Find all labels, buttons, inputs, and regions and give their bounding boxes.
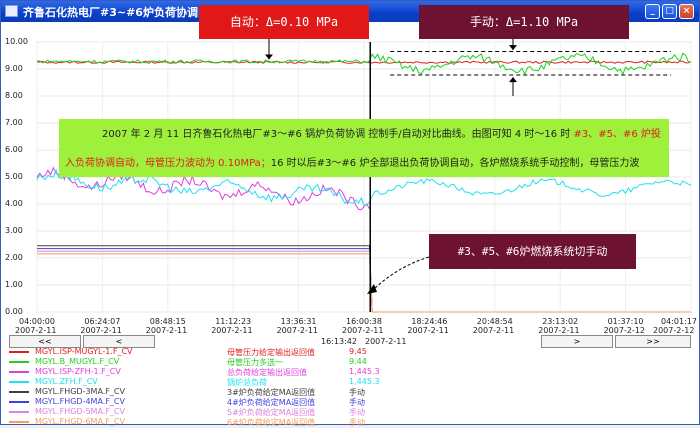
y-tick-label: 6.00 [5,145,23,154]
legend-value: 手动 [349,418,365,427]
scroll-next-button[interactable]: > [541,335,613,348]
app-icon [5,5,18,17]
x-tick-date: 2007-2-11 [538,326,580,335]
legend-tag: MGYL.ZFH.F_CV [35,377,98,386]
annotation-text-1a: 2007 年 2 月 11 日齐鲁石化热电厂#3～#6 锅炉负荷协调 控制手/自… [102,129,574,140]
x-tick-time: 16:00:38 [346,317,382,326]
x-tick-date: 2007-2-11 [342,326,384,335]
x-tick-date: 2007-2-11 [407,326,449,335]
legend-value: 9.45 [349,347,367,356]
window-title: 齐鲁石化热电厂#3~#6炉负荷协调pt [23,6,212,19]
x-tick-time: 18:24:46 [411,317,448,326]
cursor-time-label: 16:13:42 [321,337,357,346]
x-tick-time: 20:48:54 [476,317,513,326]
annotation-box: 2007 年 2 月 11 日齐鲁石化热电厂#3～#6 锅炉负荷协调 控制手/自… [59,119,669,177]
close-button[interactable]: × [679,4,694,19]
legend-tag: MGYL.ISP-ZFH-1.F_CV [35,367,121,376]
legend-swatch [9,381,29,383]
maximize-button[interactable]: □ [662,4,677,19]
x-tick-time: 23:13:02 [542,317,579,326]
annotation-line-1: 2007 年 2 月 11 日齐鲁石化热电厂#3～#6 锅炉负荷协调 控制手/自… [102,125,661,140]
switch-callout: #3、#5、#6炉燃烧系统切手动 [429,234,636,269]
annotation-text-1b: #3、#5、#6 炉投 [573,129,661,140]
x-tick-date: 2007-2-11 [276,326,318,335]
annotation-text-2b: 16 时以后#3～#6 炉全部退出负荷协调自动，各炉燃烧系统手动控制，母管压力波 [270,158,640,169]
x-tick-date: 2007-2-11 [472,326,515,335]
y-tick-label: 1.00 [5,280,23,289]
legend-tag: MGYL.B_MUGYL.F_CV [35,357,120,366]
x-tick-time: 08:48:15 [149,317,186,326]
legend-tag: MGYL.ISP-MUGYL-1.F_CV [35,347,133,356]
x-tick-date: 2007-2-12 [653,326,695,335]
x-tick-date: 2007-2-11 [145,326,188,335]
y-tick-label: 10.00 [5,37,28,46]
legend-swatch [9,411,29,413]
trend-window: 齐鲁石化热电厂#3~#6炉负荷协调pt _ □ × 10.00 9.00 8.00 7… [0,0,700,427]
y-tick-label: 0.00 [5,307,23,316]
y-tick-label: 8.00 [5,91,23,100]
legend-swatch [9,371,29,373]
trend-plot-area: 10.00 9.00 8.00 7.00 6.00 5.00 4.00 3.00 2.00 1.0… [1,5,699,427]
x-tick-date: 2007-2-11 [211,326,253,335]
y-tick-label: 2.00 [5,253,23,262]
legend-swatch [9,351,29,353]
y-tick-label: 7.00 [5,118,23,127]
annotation-line-2: 入负荷协调自动，母管压力波动为 0.10MPa；16 时以后#3～#6 炉全部退… [65,154,639,169]
auto-callout: 自动：Δ=0.10 MPa [199,5,369,39]
x-tick-time: 04:00:00 [19,317,55,326]
x-tick-date: 2007-2-12 [603,326,645,335]
legend-value: 9.44 [349,357,367,366]
y-tick-label: 3.00 [5,226,23,235]
legend-tag: MGYL.FHGD-5MA.F_CV [35,407,125,416]
legend-tag: MGYL.FHGD-3MA.F_CV [35,387,125,396]
x-tick-time: 04:01:17 [661,317,697,326]
y-tick-label: 4.00 [5,199,23,208]
x-tick-time: 13:36:31 [280,317,317,326]
x-tick-time: 01:37:10 [607,317,644,326]
x-tick-date: 2007-2-11 [80,326,122,335]
minimize-button[interactable]: _ [645,4,660,19]
y-tick-label: 5.00 [5,172,23,181]
legend-swatch [9,391,29,393]
legend-swatch [9,421,29,423]
x-tick-date: 2007-2-11 [15,326,57,335]
legend-value: 1,445.3 [349,377,380,386]
legend-value: 1,445.3 [349,367,380,376]
legend-tag: MGYL.FHGD-4MA.F_CV [35,397,125,406]
x-tick-time: 06:24:07 [84,317,121,326]
cursor-date-label: 2007-2-11 [365,337,407,346]
y-tick-label: 9.00 [5,64,23,73]
legend-swatch [9,401,29,403]
annotation-text-2a: 入负荷协调自动，母管压力波动为 0.10MPa； [65,158,271,169]
legend-description: 6#炉负荷给定MA返回值 [227,418,316,427]
scroll-forward-button[interactable]: >> [615,335,691,348]
manual-callout: 手动：Δ=1.10 MPa [419,5,629,39]
x-tick-time: 11:12:23 [215,317,252,326]
legend-swatch [9,361,29,363]
